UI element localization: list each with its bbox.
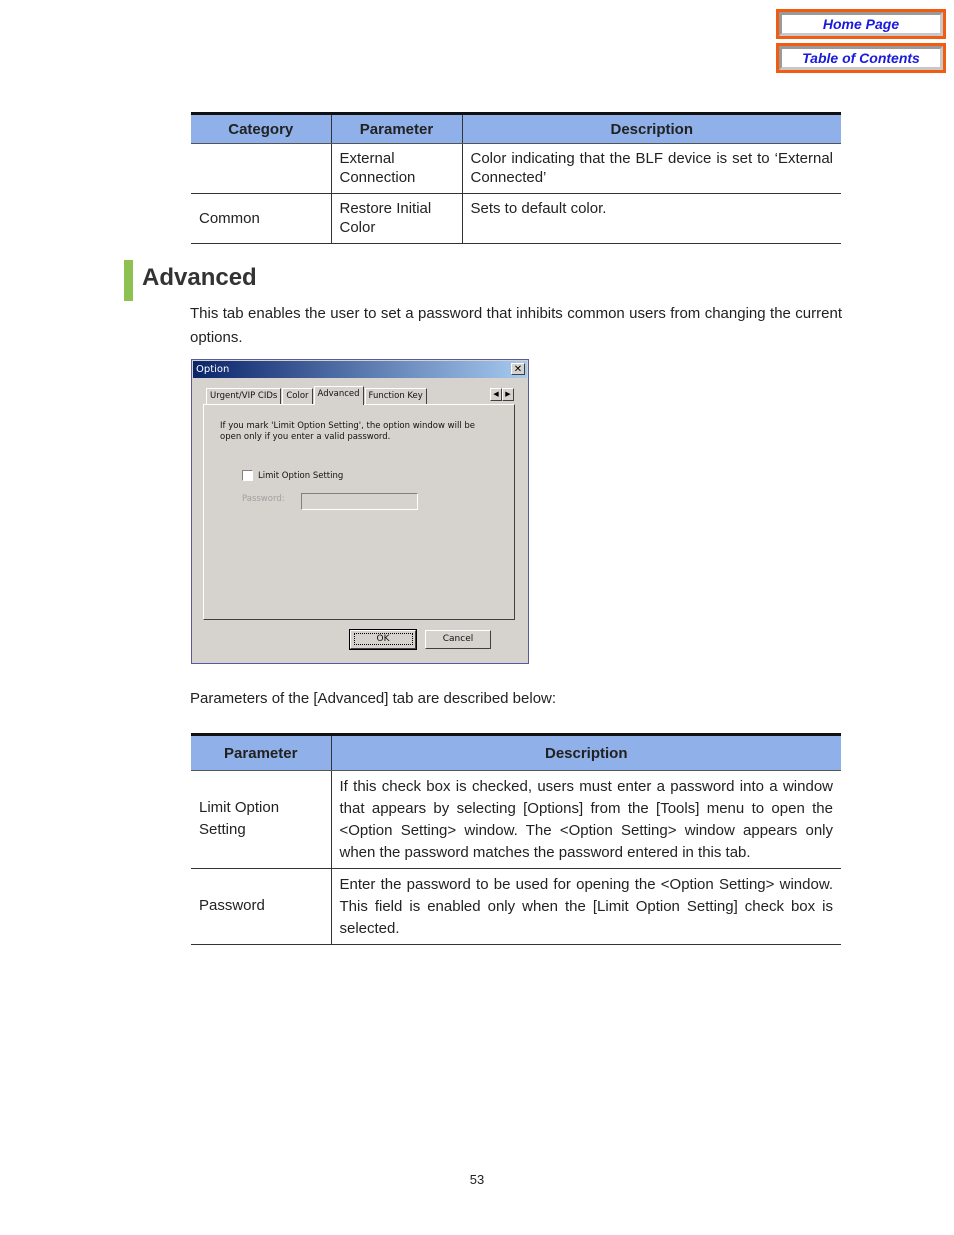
parameter-cell: Password	[191, 868, 331, 945]
scroll-right-icon[interactable]: ▶	[502, 388, 514, 401]
page-number: 53	[469, 1172, 485, 1187]
advanced-parameters-table: Parameter Description Limit Option Setti…	[191, 733, 841, 945]
ok-button[interactable]: OK	[349, 629, 417, 650]
header-parameter: Parameter	[330, 112, 462, 144]
parameter-cell: External Connection	[330, 143, 462, 194]
limit-option-setting-checkbox[interactable]	[242, 470, 253, 481]
home-page-button[interactable]: Home Page	[776, 9, 946, 39]
advanced-tab-panel: If you mark 'Limit Option Setting', the …	[203, 404, 515, 620]
cancel-button[interactable]: Cancel	[425, 630, 491, 649]
heading-accent-bar	[124, 260, 133, 301]
description-cell: Color indicating that the BLF device is …	[461, 143, 841, 194]
category-cell	[191, 143, 331, 194]
limit-option-setting-row[interactable]: Limit Option Setting	[242, 470, 343, 481]
table-row: Limit Option Setting If this check box i…	[191, 770, 841, 869]
header-parameter: Parameter	[191, 733, 331, 771]
table-of-contents-button[interactable]: Table of Contents	[776, 43, 946, 73]
color-parameters-table: Category Parameter Description External …	[191, 112, 841, 244]
tab-function-key[interactable]: Function Key	[364, 388, 427, 405]
tab-urgent-vip-cids[interactable]: Urgent/VIP CIDs	[206, 388, 282, 405]
password-label: Password:	[242, 494, 285, 504]
password-input[interactable]	[301, 493, 418, 510]
dialog-tabs: Urgent/VIP CIDs Color Advanced Function …	[206, 386, 428, 405]
tab-color[interactable]: Color	[282, 388, 313, 405]
header-category: Category	[191, 112, 331, 144]
option-dialog: Option ✕ Urgent/VIP CIDs Color Advanced …	[191, 359, 529, 664]
tab-scroll-buttons: ◀ ▶	[490, 388, 514, 401]
close-icon[interactable]: ✕	[511, 363, 525, 375]
section-intro: This tab enables the user to set a passw…	[190, 305, 842, 346]
dialog-title: Option	[196, 364, 230, 375]
section-heading: Advanced	[142, 264, 257, 291]
category-cell: Common	[191, 193, 331, 244]
params-intro-text: Parameters of the [Advanced] tab are des…	[190, 690, 557, 707]
parameter-cell: Restore Initial Color	[330, 193, 462, 244]
header-description: Description	[461, 112, 841, 144]
table-row: Common Restore Initial Color Sets to def…	[191, 193, 841, 244]
table-row: Password Enter the password to be used f…	[191, 868, 841, 945]
limit-option-setting-label: Limit Option Setting	[258, 470, 344, 481]
description-cell: If this check box is checked, users must…	[330, 770, 841, 869]
scroll-left-icon[interactable]: ◀	[490, 388, 502, 401]
home-page-label[interactable]: Home Page	[779, 12, 943, 36]
header-description: Description	[330, 733, 841, 771]
parameter-cell: Limit Option Setting	[191, 770, 331, 869]
description-cell: Sets to default color.	[461, 193, 841, 244]
table-header-row: Category Parameter Description	[191, 112, 841, 144]
ok-label: OK	[353, 633, 413, 645]
table-header-row: Parameter Description	[191, 733, 841, 771]
description-cell: Enter the password to be used for openin…	[330, 868, 841, 945]
table-row: External Connection Color indicating tha…	[191, 143, 841, 194]
tab-advanced[interactable]: Advanced	[313, 386, 364, 405]
panel-info-text: If you mark 'Limit Option Setting', the …	[220, 421, 476, 442]
table-of-contents-label[interactable]: Table of Contents	[779, 46, 943, 70]
dialog-titlebar: Option ✕	[193, 361, 527, 378]
